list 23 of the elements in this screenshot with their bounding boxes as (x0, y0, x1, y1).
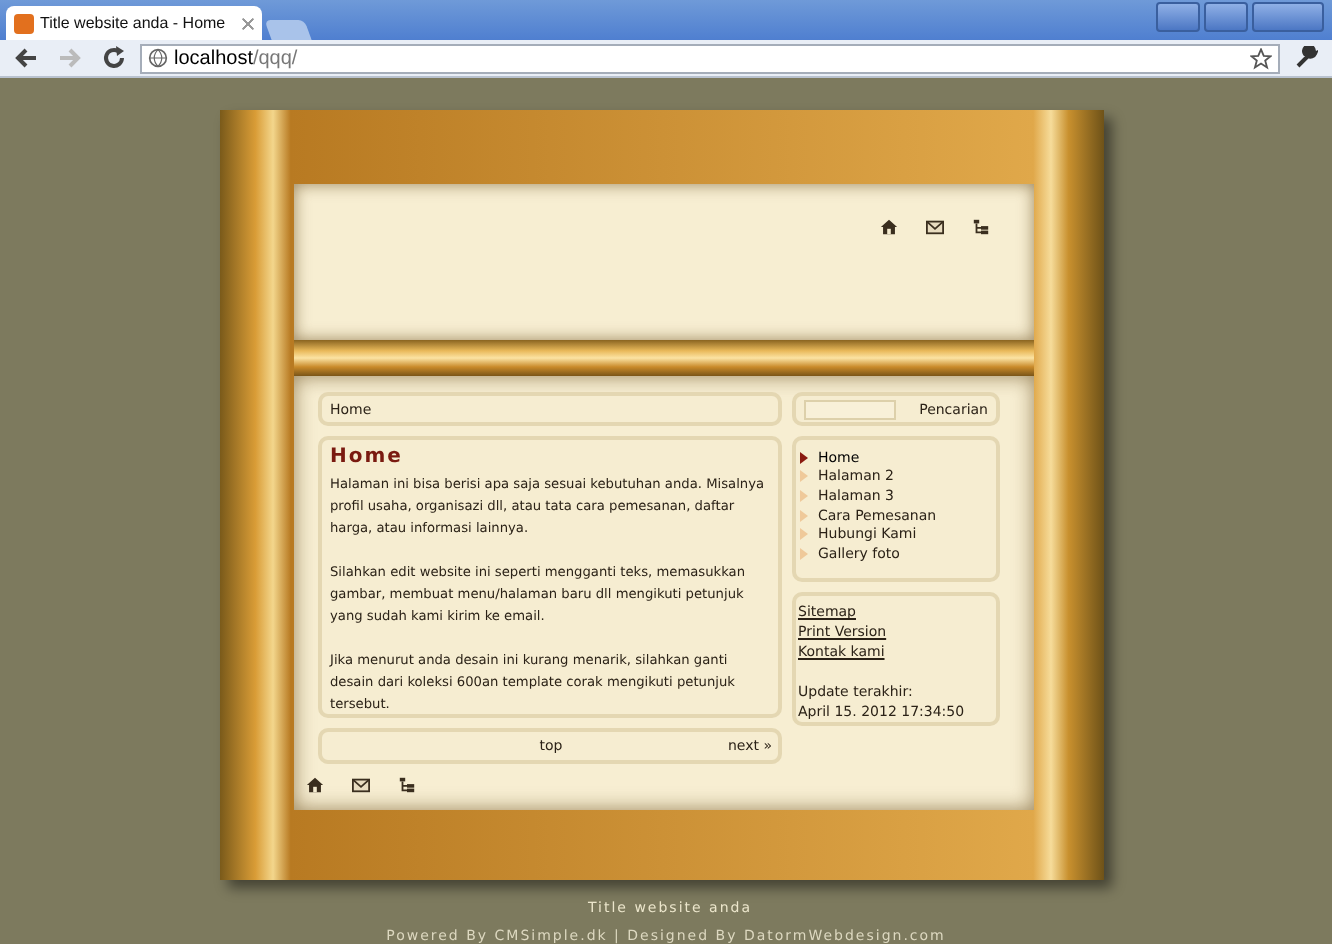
star-icon[interactable] (1250, 47, 1272, 69)
article-title: Home (330, 446, 405, 468)
browser-tab[interactable]: Title website anda - Home (6, 6, 262, 40)
url-path: /qqq/ (252, 47, 298, 69)
globe-icon (148, 48, 168, 68)
search-field[interactable] (804, 399, 896, 419)
reload-icon[interactable] (102, 46, 126, 70)
tab-title: Title website anda - Home (40, 14, 228, 32)
close-button[interactable] (1252, 2, 1324, 32)
home-icon[interactable] (880, 218, 898, 236)
url-host: localhost (174, 47, 253, 69)
envelope-icon[interactable] (926, 218, 944, 236)
page-favicon (14, 13, 34, 33)
address-bar[interactable]: localhost/qqq/ (140, 43, 1280, 73)
restore-button[interactable] (1204, 2, 1248, 32)
sitemap-icon[interactable] (398, 776, 416, 794)
close-tab-icon[interactable] (242, 17, 254, 29)
back-icon[interactable] (14, 46, 38, 70)
wrench-icon[interactable] (1294, 46, 1318, 70)
minimize-button[interactable] (1156, 2, 1200, 32)
sitemap-icon[interactable] (972, 218, 990, 236)
home-icon[interactable] (306, 776, 324, 794)
envelope-icon[interactable] (352, 776, 370, 794)
